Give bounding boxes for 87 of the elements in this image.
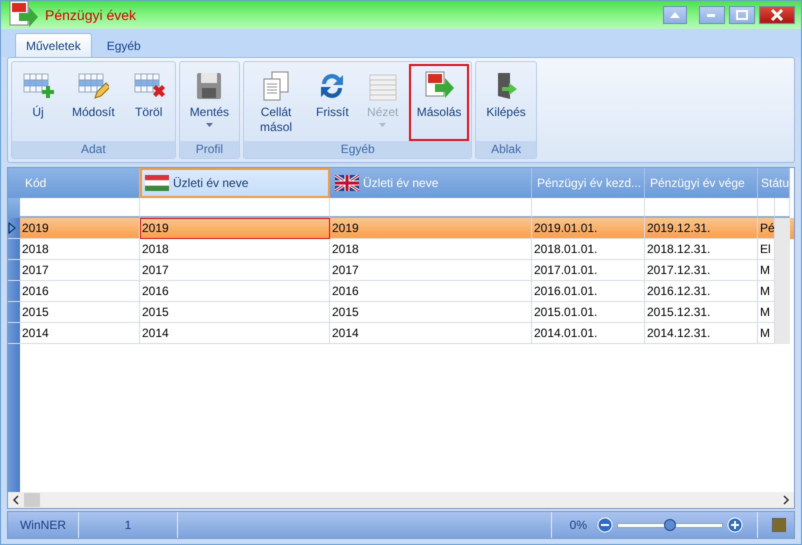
row-pointer-icon [8,222,16,234]
table-cell: 2019 [140,218,330,239]
table-cell: 2018.01.01. [532,239,645,260]
slider-thumb[interactable] [664,518,676,530]
table-row[interactable]: 2016 2016 2016 2016.01.01. 2016.12.31. M [8,281,794,302]
vertical-scrollbar[interactable] [775,218,790,239]
filter-cell[interactable] [330,198,532,218]
table-cell: 2014.12.31. [645,323,758,344]
vertical-scrollbar[interactable] [775,323,790,344]
filter-cell[interactable] [645,198,758,218]
group-label: Egyéb [244,141,472,158]
table-cell: 2015 [20,302,140,323]
horizontal-scrollbar[interactable] [8,492,794,508]
scrollbar-thumb[interactable] [24,493,40,507]
ribbon-button[interactable]: Töröl [124,64,173,141]
table-cell: 2019 [20,218,140,239]
filter-cell[interactable] [775,198,790,218]
table-cell: 2016 [330,281,532,302]
table-row[interactable]: 2019 2019 2019 2019.01.01. 2019.12.31. Pé [8,218,794,239]
table-cell: 2019 [330,218,532,239]
table-cell: 2016.01.01. [532,281,645,302]
table-cell: 2015 [330,302,532,323]
table-cell: 2014 [330,323,532,344]
table-row[interactable]: 2014 2014 2014 2014.01.01. 2014.12.31. M [8,323,794,344]
table-cell: 2016.12.31. [645,281,758,302]
ribbon-button[interactable]: Új [14,64,62,141]
filter-row-header [8,198,20,218]
zoom-reading: 0% [570,518,587,532]
ribbon-tab[interactable]: Egyéb [96,33,152,57]
caret-icon [206,123,213,127]
zoom-out-icon[interactable] [597,517,613,533]
maximize-icon [736,10,748,20]
table-cell: 2018 [330,239,532,260]
filter-cell[interactable] [140,198,330,218]
table-cell: 2015.01.01. [532,302,645,323]
ribbon-button[interactable]: Módosít [64,64,123,141]
group-label: Ablak [476,141,536,158]
table-cell: 2019.01.01. [532,218,645,239]
header-corner [8,168,20,198]
flag-icon [145,175,169,191]
ribbon-button[interactable]: Mentés [182,64,238,141]
table-cell: 2017.01.01. [532,260,645,281]
scroll-right-icon[interactable] [782,495,790,505]
close-icon [771,9,783,21]
zoom-in-icon[interactable] [727,517,743,533]
table-cell: 2015 [140,302,330,323]
group-label: Adat [12,141,175,158]
filter-cell[interactable] [758,198,775,218]
group-label: Profil [180,141,240,158]
table-cell: 2014 [140,323,330,344]
table-row[interactable]: 2017 2017 2017 2017.01.01. 2017.12.31. M [8,260,794,281]
maximize-button[interactable] [729,6,755,24]
ribbon-button[interactable]: Kilépés [478,64,534,141]
table-cell: 2015.12.31. [645,302,758,323]
triangle-up-icon [670,12,680,18]
minimize-icon [707,13,717,17]
ribbon-button[interactable]: Másolás [408,64,470,141]
table-cell: 2018 [20,239,140,260]
column-header[interactable]: Üzleti év neve [140,168,330,198]
ribbon-collapse-button[interactable] [663,6,687,24]
table-cell: 2017 [20,260,140,281]
table-cell: 2016 [140,281,330,302]
filter-cell[interactable] [532,198,645,218]
status-record-count: 1 [79,512,178,538]
table-row[interactable]: 2018 2018 2018 2018.01.01. 2018.12.31. El [8,239,794,260]
filter-cell[interactable] [20,198,140,218]
table-cell: 2018 [140,239,330,260]
ribbon-button[interactable]: Cellát másol [246,64,306,141]
table-cell: 2017 [330,260,532,281]
ribbon-tab[interactable]: Műveletek [15,33,92,57]
table-cell: 2018.12.31. [645,239,758,260]
flag-icon [335,175,359,191]
table-cell: 2014 [20,323,140,344]
close-button[interactable] [759,6,795,24]
table-cell: 2016 [20,281,140,302]
caret-icon [379,123,386,127]
table-cell: 2017.12.31. [645,260,758,281]
minimize-button[interactable] [699,6,725,24]
row-header[interactable] [8,218,20,239]
table-cell: 2014.01.01. [532,323,645,344]
scroll-left-icon[interactable] [12,495,20,505]
table-cell: 2017 [140,260,330,281]
table-row[interactable]: 2015 2015 2015 2015.01.01. 2015.12.31. M [8,302,794,323]
status-app-name: WinNER [8,512,79,538]
table-cell: 2019.12.31. [645,218,758,239]
window-title: Pénzügyi évek [45,7,136,23]
ribbon-button[interactable]: Frissít [308,64,357,141]
